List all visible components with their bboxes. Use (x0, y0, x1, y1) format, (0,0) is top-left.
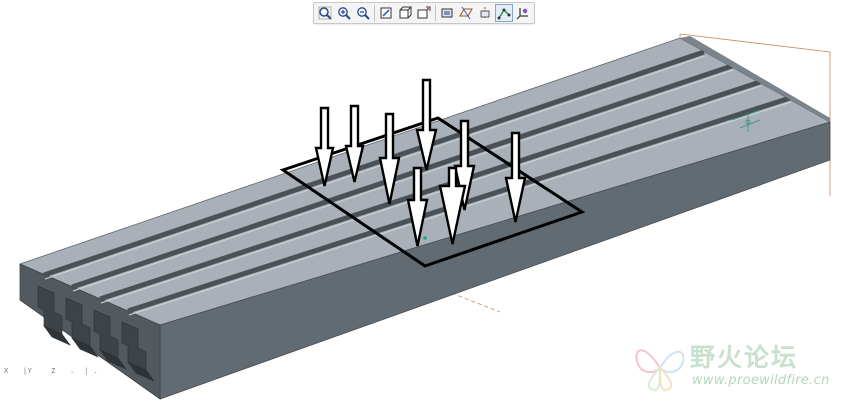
watermark-url: www.proewildfire.cn (692, 373, 830, 388)
datum-axes-icon (480, 7, 490, 19)
orient-button[interactable] (396, 4, 414, 22)
orient-icon (399, 6, 412, 19)
datum-points-button[interactable] (495, 4, 513, 22)
toolbar-separator (374, 5, 375, 21)
zoom-in-button[interactable] (335, 4, 353, 22)
display-style-button[interactable] (438, 4, 456, 22)
datum-planes-button[interactable] (457, 4, 475, 22)
csys-button[interactable] (514, 4, 532, 22)
csys-icon (516, 8, 528, 20)
repaint-icon (380, 7, 392, 19)
saved-views-icon (417, 6, 431, 19)
zoom-in-icon (338, 7, 351, 20)
display-style-icon (441, 8, 453, 18)
coordinate-readout: X |Y Z . | . (4, 367, 99, 375)
load-origin-point (423, 236, 427, 240)
forum-watermark: 野火论坛 www.proewildfire.cn (630, 334, 840, 396)
toolbar-separator (435, 5, 436, 21)
zoom-out-icon (357, 7, 370, 20)
datum-points-icon (497, 8, 511, 20)
refit-button[interactable] (316, 4, 334, 22)
view-toolbar (313, 2, 535, 24)
butterfly-logo-icon (635, 349, 685, 391)
watermark-title: 野火论坛 (690, 343, 799, 372)
zoom-fit-icon (318, 6, 332, 20)
datum-planes-icon (459, 6, 473, 20)
saved-views-button[interactable] (415, 4, 433, 22)
zoom-out-button[interactable] (354, 4, 372, 22)
datum-axes-button[interactable] (476, 4, 494, 22)
repaint-button[interactable] (377, 4, 395, 22)
